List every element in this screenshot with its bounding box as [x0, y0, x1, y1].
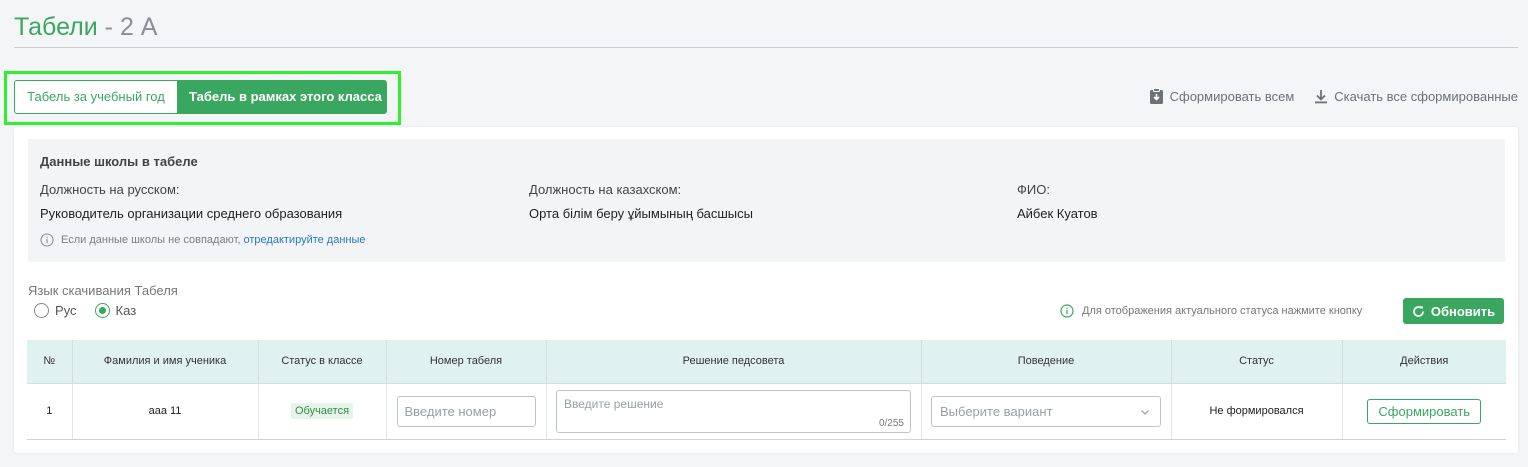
students-table: № Фамилия и имя ученика Статус в классе … [27, 340, 1506, 440]
col-header-status: Статус [1171, 340, 1343, 384]
language-radio-group: Рус Каз [34, 303, 136, 318]
position-kz-value: Орта білім беру ұйымының басшысы [529, 206, 753, 221]
council-decision-cell: Введите решение 0/255 [546, 383, 922, 440]
generate-all-button[interactable]: Сформировать всем [1149, 88, 1295, 104]
refresh-hint: Для отображения актуального статуса нажм… [1060, 304, 1362, 318]
row-number: 1 [27, 383, 73, 440]
page-title-separator: - [97, 13, 120, 41]
class-status-cell: Обучается [258, 383, 387, 440]
page-title-text: Табели [14, 13, 98, 41]
char-counter: 0/255 [878, 417, 904, 429]
refresh-hint-text: Для отображения актуального статуса нажм… [1082, 305, 1363, 317]
position-kz-label: Должность на казахском: [529, 182, 682, 197]
download-language-label: Язык скачивания Табеля [28, 283, 178, 298]
page-title-class: 2 А [119, 13, 158, 41]
col-header-number: № [27, 340, 73, 384]
generation-status: Не формировался [1171, 383, 1343, 440]
behavior-placeholder: Выберите вариант [940, 403, 1053, 419]
col-header-student-name: Фамилия и имя ученика [72, 340, 259, 384]
main-card: Данные школы в табеле Должность на русск… [14, 127, 1518, 453]
radio-ru-label: Рус [55, 303, 77, 318]
school-note-text: Если данные школы не совпадают, [61, 234, 241, 246]
fio-value: Айбек Куатов [1017, 206, 1098, 221]
tab-toggle-group: Табель за учебный год Табель в рамках эт… [14, 80, 387, 114]
generate-button[interactable]: Сформировать [1367, 398, 1482, 424]
col-header-council-decision: Решение педсовета [546, 340, 922, 384]
col-header-actions: Действия [1342, 340, 1506, 384]
fio-label: ФИО: [1017, 182, 1050, 197]
radio-ru-indicator[interactable] [34, 303, 49, 318]
table-header-row: № Фамилия и имя ученика Статус в классе … [27, 340, 1506, 384]
radio-kz-indicator[interactable] [94, 303, 110, 318]
position-ru-block: Должность на русском: Руководитель орган… [40, 182, 342, 221]
info-icon [40, 233, 54, 247]
radio-kz-label: Каз [115, 303, 137, 318]
radio-lang-ru[interactable]: Рус [34, 303, 77, 318]
page-title: Табели - 2 А [14, 12, 157, 42]
fio-block: ФИО: Айбек Куатов [1017, 182, 1098, 221]
school-data-note: Если данные школы не совпадают, отредакт… [40, 233, 366, 247]
clipboard-download-icon [1149, 88, 1163, 104]
tabel-number-cell: Введите номер [386, 383, 547, 440]
behavior-cell: Выберите вариант [921, 383, 1172, 440]
col-header-behavior: Поведение [921, 340, 1172, 384]
refresh-icon [1413, 305, 1424, 317]
title-divider [14, 47, 1518, 48]
school-data-title: Данные школы в табеле [40, 154, 198, 169]
edit-school-data-link[interactable]: отредактируйте данные [244, 234, 366, 246]
chevron-down-icon [1141, 409, 1149, 415]
behavior-select[interactable]: Выберите вариант [931, 395, 1161, 427]
generate-all-label: Сформировать всем [1169, 88, 1295, 104]
position-kz-block: Должность на казахском: Орта білім беру … [529, 182, 753, 221]
tab-this-class[interactable]: Табель в рамках этого класса [178, 80, 387, 114]
position-ru-label: Должность на русском: [40, 182, 180, 197]
table-row: 1 ааа 11 Обучается Введите номер Введите… [27, 383, 1506, 440]
info-icon [1060, 304, 1074, 318]
download-all-label: Скачать все сформированные [1334, 88, 1518, 104]
actions-cell: Сформировать [1342, 383, 1506, 440]
col-header-class-status: Статус в классе [258, 340, 387, 384]
tab-school-year[interactable]: Табель за учебный год [14, 80, 178, 114]
school-data-panel: Данные школы в табеле Должность на русск… [28, 139, 1505, 262]
refresh-button[interactable]: Обновить [1403, 298, 1504, 324]
status-badge: Обучается [290, 403, 354, 419]
col-header-tabel-number: Номер табеля [386, 340, 547, 384]
tabel-number-input[interactable]: Введите номер [396, 395, 536, 427]
council-decision-textarea[interactable]: Введите решение 0/255 [556, 389, 911, 433]
refresh-button-label: Обновить [1430, 303, 1496, 319]
position-ru-value: Руководитель организации среднего образо… [40, 206, 343, 221]
download-icon [1315, 89, 1328, 103]
top-actions: Сформировать всем Скачать все сформирова… [1149, 88, 1518, 104]
student-name: ааа 11 [72, 383, 259, 440]
radio-lang-kz[interactable]: Каз [94, 303, 137, 318]
download-all-button[interactable]: Скачать все сформированные [1314, 89, 1518, 104]
council-decision-placeholder: Введите решение [564, 396, 664, 411]
